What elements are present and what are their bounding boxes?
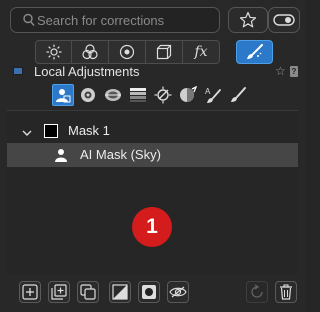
mask-toolbar (0, 281, 305, 305)
auto-mask-button[interactable] (152, 84, 174, 106)
help-icon[interactable]: ? (290, 66, 298, 77)
search-icon (23, 13, 35, 32)
mask-list: Mask 1 AI Mask (Sky) (7, 110, 298, 274)
add-sub-icon (51, 284, 67, 300)
adjustment-mode-bar: A (52, 82, 249, 108)
favorite-star-icon[interactable]: ☆ (275, 64, 286, 78)
svg-text:A: A (205, 87, 211, 96)
sun-icon (46, 44, 61, 60)
auto-mask-icon (154, 86, 172, 104)
local-adjustments-header[interactable]: Local Adjustments ☆ ? (0, 64, 305, 80)
visibility-button[interactable] (167, 281, 189, 303)
toggle-icon (273, 14, 295, 26)
section-title: Local Adjustments (34, 64, 140, 79)
tab-detail[interactable] (109, 40, 146, 64)
add-icon (22, 284, 38, 300)
star-icon (239, 11, 257, 28)
trash-icon (280, 284, 292, 300)
invert-icon (112, 284, 128, 300)
tab-local-adjustments[interactable] (236, 40, 273, 64)
mask-row[interactable]: Mask 1 (7, 119, 298, 143)
gradient-icon (130, 88, 146, 102)
mask-swatch (44, 124, 58, 138)
tool-tab-bar: fx (35, 40, 273, 64)
mask-label: Mask 1 (68, 123, 110, 138)
duplicate-button[interactable] (77, 281, 99, 303)
eraser-button[interactable] (177, 84, 199, 106)
control-point-button[interactable] (77, 84, 99, 106)
eraser-icon (180, 86, 197, 102)
tab-color[interactable] (72, 40, 109, 64)
show-mask-button[interactable] (138, 281, 160, 303)
radial-icon (105, 89, 121, 101)
tab-effects[interactable]: fx (183, 40, 220, 64)
color-circles-icon (82, 44, 98, 60)
control-point-icon (81, 88, 95, 102)
fx-label: fx (194, 44, 208, 60)
panel-color-icon (13, 67, 23, 75)
lens-icon (119, 44, 135, 60)
annotation-badge: 1 (132, 207, 172, 247)
cube-icon (156, 44, 172, 60)
mask-circle-icon (142, 285, 156, 299)
ai-mask-button[interactable] (52, 84, 74, 106)
tab-exposure[interactable] (35, 40, 72, 64)
gradient-button[interactable] (127, 84, 149, 106)
ai-mask-icon (56, 89, 71, 103)
chevron-down-icon[interactable] (21, 125, 33, 143)
tab-geometry[interactable] (146, 40, 183, 64)
ai-mask-row[interactable]: AI Mask (Sky) (7, 143, 298, 167)
text-brush-icon: A (205, 87, 221, 103)
add-sub-mask-button[interactable] (48, 281, 70, 303)
add-mask-button[interactable] (19, 281, 41, 303)
radial-button[interactable] (102, 84, 124, 106)
ai-mask-label: AI Mask (Sky) (80, 147, 161, 162)
person-icon (55, 148, 67, 167)
brush-icon (246, 44, 263, 59)
search-box[interactable] (10, 7, 220, 33)
duplicate-icon (80, 284, 96, 300)
reset-icon (251, 284, 263, 298)
brush-icon (231, 87, 246, 102)
panel-toggle-button[interactable] (268, 7, 300, 33)
text-brush-button[interactable]: A (202, 84, 224, 106)
reset-button[interactable] (246, 281, 268, 303)
search-input[interactable] (37, 10, 215, 30)
corrections-panel: fx Local Adjustments ☆ ? A (0, 0, 305, 312)
eye-slash-icon (169, 286, 187, 298)
favorites-button[interactable] (228, 7, 268, 33)
delete-button[interactable] (275, 281, 297, 303)
invert-mask-button[interactable] (109, 281, 131, 303)
brush-button[interactable] (227, 84, 249, 106)
